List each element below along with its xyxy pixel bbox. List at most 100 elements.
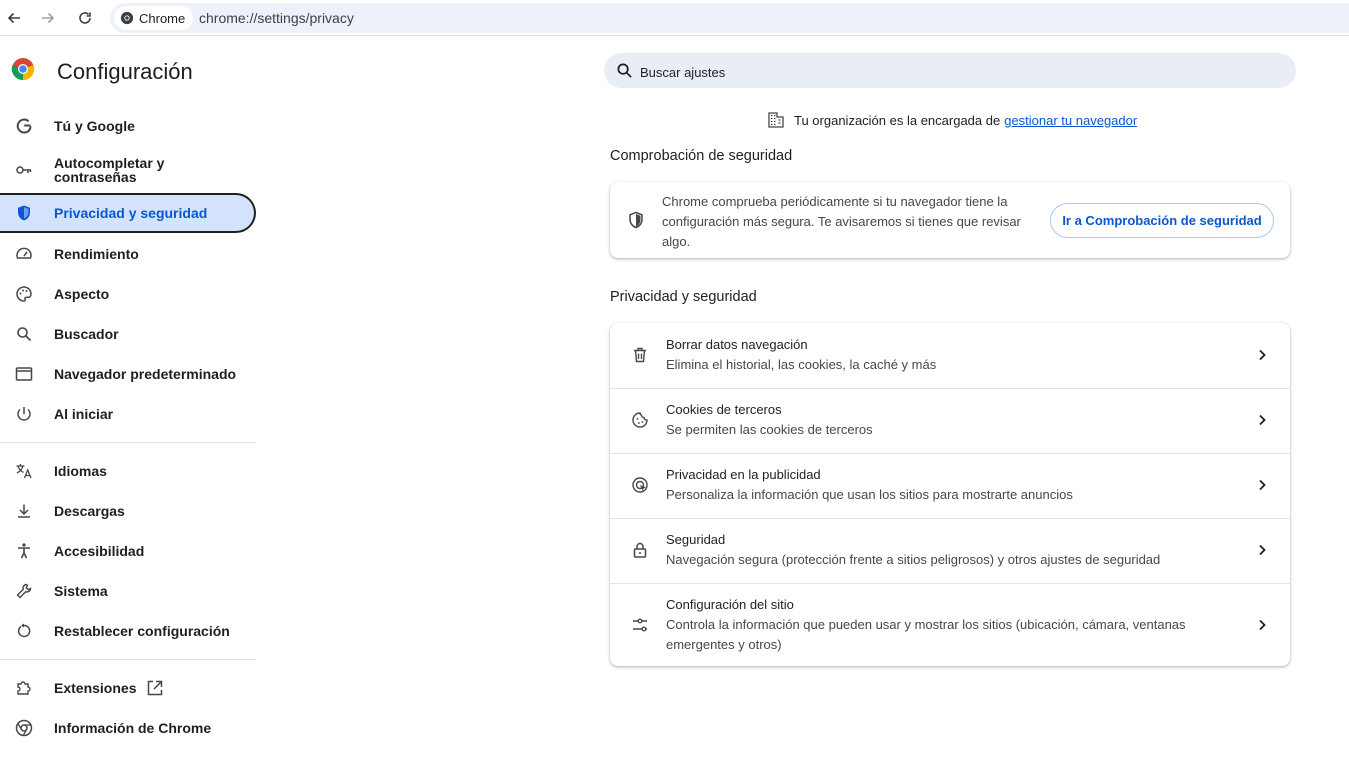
sidebar-item-accessibility[interactable]: Accesibilidad (0, 531, 256, 571)
translate-icon (14, 461, 34, 481)
sidebar-item-label: Autocompletar y contraseñas (54, 155, 165, 185)
sidebar-item-label: Navegador predeterminado (54, 366, 237, 382)
row-title: Configuración del sitio (666, 597, 794, 612)
sidebar-divider (0, 659, 256, 660)
chrome-icon (14, 718, 34, 738)
trash-icon (630, 345, 650, 365)
forward-arrow-icon (42, 12, 55, 24)
go-to-safety-check-button[interactable]: Ir a Comprobación de seguridad (1050, 203, 1274, 238)
row-clear-browsing-data[interactable]: Borrar datos navegación Elimina el histo… (610, 323, 1290, 388)
sidebar-item-label: Tú y Google (54, 118, 135, 134)
safety-check-heading: Comprobación de seguridad (610, 148, 793, 164)
accessibility-icon (14, 541, 34, 561)
row-security[interactable]: Seguridad Navegación segura (protección … (610, 518, 1290, 583)
power-icon (14, 404, 34, 424)
managed-notice: Tu organización es la encargada de gesti… (767, 111, 1137, 129)
row-subtitle: Se permiten las cookies de terceros (666, 422, 873, 437)
wrench-icon (14, 581, 34, 601)
site-info-chip[interactable]: Chrome (114, 6, 194, 30)
row-divider (610, 453, 1290, 454)
sidebar-item-autofill[interactable]: Autocompletar y contraseñas (0, 150, 256, 190)
sidebar-divider (0, 442, 256, 443)
sidebar-item-you-and-google[interactable]: Tú y Google (0, 106, 256, 146)
reload-button[interactable] (74, 7, 96, 29)
chevron-right-icon (1259, 349, 1266, 361)
privacy-card: Borrar datos navegación Elimina el histo… (610, 323, 1290, 666)
row-site-settings[interactable]: Configuración del sitio Controla la info… (610, 583, 1290, 666)
address-bar[interactable]: Chrome chrome://settings/privacy (110, 3, 1349, 33)
settings-search-box[interactable] (604, 53, 1296, 88)
chevron-right-icon (1259, 619, 1266, 631)
forward-button[interactable] (37, 7, 59, 29)
sidebar-item-label: Accesibilidad (54, 543, 145, 559)
managed-text: Tu organización es la encargada de (794, 112, 1001, 128)
sidebar-item-languages[interactable]: Idiomas (0, 451, 256, 491)
settings-header: Configuración (11, 57, 193, 84)
sidebar-item-search-engine[interactable]: Buscador (0, 314, 256, 354)
sidebar-item-label: Sistema (54, 583, 108, 599)
chrome-logo-icon (11, 58, 35, 81)
row-divider (610, 518, 1290, 519)
sidebar-item-privacy[interactable]: Privacidad y seguridad (0, 193, 256, 233)
sidebar-item-on-startup[interactable]: Al iniciar (0, 394, 256, 434)
row-ad-privacy[interactable]: Privacidad en la publicidad Personaliza … (610, 453, 1290, 518)
tune-icon (630, 615, 650, 635)
row-subtitle: Personaliza la información que usan los … (666, 487, 1073, 502)
sidebar-item-label: Descargas (54, 503, 125, 519)
chrome-icon (120, 11, 134, 25)
lock-icon (630, 540, 650, 560)
google-g-icon (14, 116, 34, 136)
open-in-new-icon (146, 679, 164, 697)
sidebar-item-performance[interactable]: Rendimiento (0, 234, 256, 274)
chevron-right-icon (1259, 479, 1266, 491)
sidebar-item-label: Buscador (54, 326, 119, 342)
reload-icon (79, 12, 91, 24)
sidebar-item-label: Privacidad y seguridad (54, 205, 208, 221)
manage-browser-link[interactable]: gestionar tu navegador (1004, 113, 1137, 128)
back-button[interactable] (3, 7, 25, 29)
chevron-right-icon (1259, 414, 1266, 426)
sidebar-item-reset[interactable]: Restablecer configuración (0, 611, 256, 651)
sidebar-item-downloads[interactable]: Descargas (0, 491, 256, 531)
cookie-icon (630, 410, 650, 430)
chip-label: Chrome (139, 10, 186, 26)
row-subtitle: Navegación segura (protección frente a s… (666, 552, 1161, 567)
sidebar-item-label: Rendimiento (54, 246, 139, 262)
sidebar-item-label: Al iniciar (54, 406, 114, 422)
row-title: Seguridad (666, 532, 726, 547)
row-divider (610, 583, 1290, 584)
search-input[interactable] (638, 61, 1242, 83)
sidebar-item-label: Aspecto (54, 286, 110, 302)
download-icon (14, 501, 34, 521)
safety-check-card: Chrome comprueba periódicamente si tu na… (610, 182, 1290, 258)
row-third-party-cookies[interactable]: Cookies de terceros Se permiten las cook… (610, 388, 1290, 453)
shield-icon (14, 203, 34, 223)
page-title: Configuración (57, 59, 193, 84)
sidebar-item-about-chrome[interactable]: Información de Chrome (0, 708, 256, 748)
search-icon (617, 63, 632, 78)
speedometer-icon (14, 244, 34, 264)
chevron-right-icon (1259, 544, 1266, 556)
sidebar-item-extensions[interactable]: Extensiones (0, 668, 256, 708)
key-icon (14, 160, 34, 180)
row-divider (610, 388, 1290, 389)
sidebar-item-label: Información de Chrome (54, 720, 212, 736)
back-arrow-icon (7, 12, 20, 24)
url-text[interactable]: chrome://settings/privacy (199, 10, 354, 26)
privacy-section-heading: Privacidad y seguridad (610, 289, 757, 305)
search-icon (14, 324, 34, 344)
sidebar-item-appearance[interactable]: Aspecto (0, 274, 256, 314)
sidebar-item-system[interactable]: Sistema (0, 571, 256, 611)
puzzle-icon (14, 678, 34, 698)
ad-privacy-icon (630, 475, 650, 495)
sidebar-item-label: Idiomas (54, 463, 107, 479)
row-title: Cookies de terceros (666, 402, 782, 417)
shield-check-icon (629, 211, 643, 229)
row-subtitle: Controla la información que pueden usar … (666, 617, 1186, 652)
palette-icon (14, 284, 34, 304)
sidebar-item-default-browser[interactable]: Navegador predeterminado (0, 354, 256, 394)
browser-toolbar: Chrome chrome://settings/privacy (0, 0, 1349, 36)
browser-window-icon (14, 364, 34, 384)
building-icon (768, 112, 784, 128)
safety-check-description: Chrome comprueba periódicamente si tu na… (662, 194, 1021, 249)
